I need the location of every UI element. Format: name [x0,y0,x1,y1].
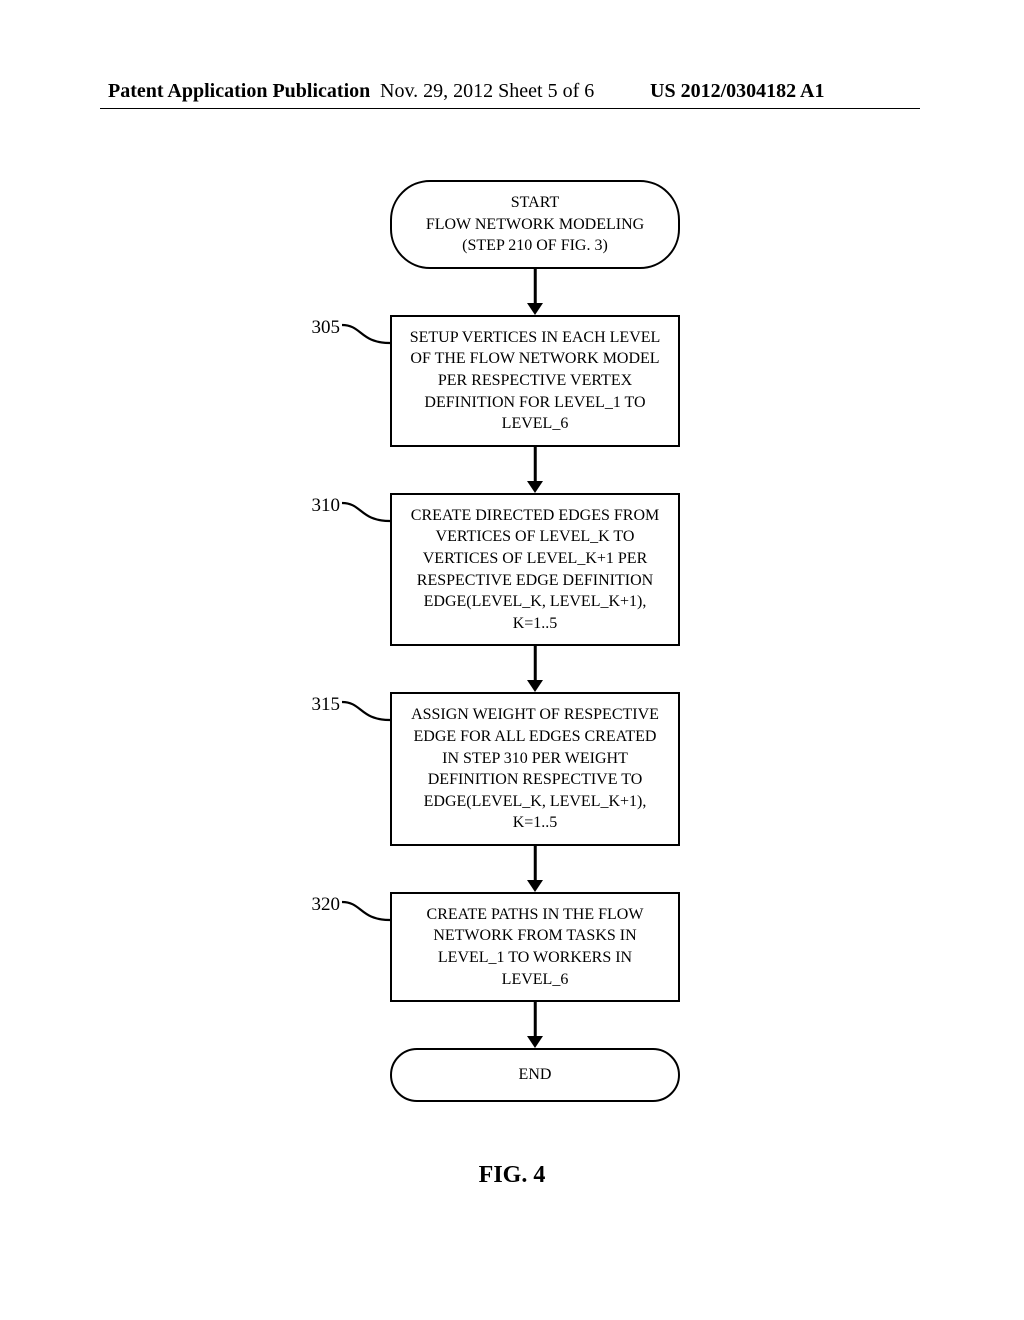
step-text-320: CREATE PATHS IN THE FLOW NETWORK FROM TA… [427,906,644,988]
end-text: END [519,1066,552,1083]
step-number-315: 315 [290,694,340,716]
lead-line-icon [342,499,392,529]
step-box-305: SETUP VERTICES IN EACH LEVEL OF THE FLOW… [390,315,680,447]
step-text-305: SETUP VERTICES IN EACH LEVEL OF THE FLOW… [410,329,661,432]
step-box-310: CREATE DIRECTED EDGES FROM VERTICES OF L… [390,493,680,647]
header-center: Nov. 29, 2012 Sheet 5 of 6 [380,80,594,103]
start-terminator: START FLOW NETWORK MODELING (STEP 210 OF… [390,180,680,269]
arrow-down-icon [390,269,680,315]
arrow-down-icon [390,646,680,692]
header-rule [100,108,920,109]
figure-caption: FIG. 4 [0,1162,1024,1189]
lead-line-icon [342,698,392,728]
step-text-310: CREATE DIRECTED EDGES FROM VERTICES OF L… [411,507,659,632]
step-box-320: CREATE PATHS IN THE FLOW NETWORK FROM TA… [390,892,680,1002]
step-text-315: ASSIGN WEIGHT OF RESPECTIVE EDGE FOR ALL… [411,706,659,831]
step-number-305: 305 [290,317,340,339]
end-terminator: END [390,1048,680,1102]
flowchart: START FLOW NETWORK MODELING (STEP 210 OF… [390,180,680,1102]
arrow-down-icon [390,846,680,892]
step-number-310: 310 [290,495,340,517]
lead-line-icon [342,321,392,351]
arrow-down-icon [390,1002,680,1048]
start-line2: FLOW NETWORK MODELING [426,216,644,233]
header-left: Patent Application Publication [108,80,370,103]
start-line1: START [511,194,559,211]
step-number-320: 320 [290,894,340,916]
lead-line-icon [342,898,392,928]
step-box-315: ASSIGN WEIGHT OF RESPECTIVE EDGE FOR ALL… [390,692,680,846]
arrow-down-icon [390,447,680,493]
start-line3: (STEP 210 OF FIG. 3) [462,237,608,254]
header-right: US 2012/0304182 A1 [650,80,824,103]
